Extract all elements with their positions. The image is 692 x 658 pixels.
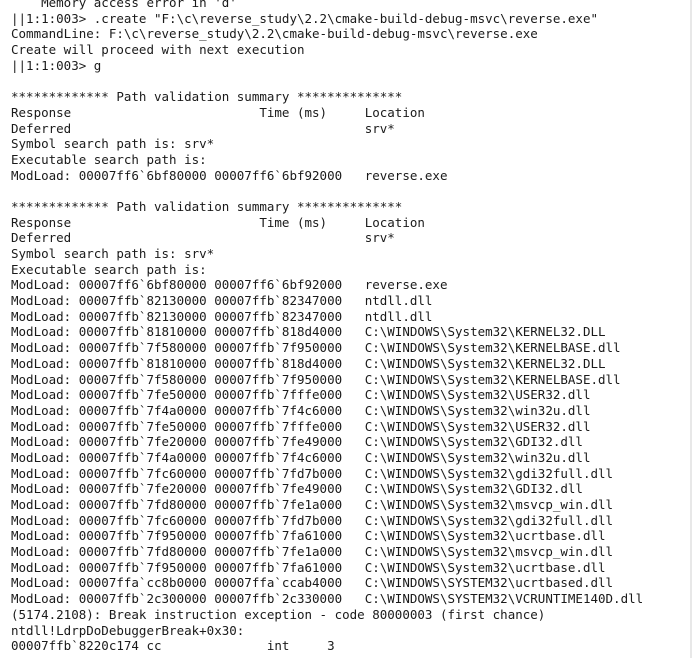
console-line: Create will proceed with next execution: [11, 42, 305, 58]
console-line: ModLoad: 00007ffb`2c300000 00007ffb`2c33…: [11, 591, 644, 607]
console-line: ModLoad: 00007ffb`7fd80000 00007ffb`7fe1…: [11, 497, 614, 512]
console-line: ************* Path validation summary **…: [11, 89, 403, 105]
console-line: ModLoad: 00007ffb`7f580000 00007ffb`7f95…: [11, 340, 621, 356]
console-line: ModLoad: 00007ffb`7fe20000 00007ffb`7fe4…: [11, 481, 583, 497]
console-line: ModLoad: 00007ffb`82130000 00007ffb`8234…: [11, 293, 433, 309]
console-line: ModLoad: 00007ffb`7fe20000 00007ffb`7fe4…: [11, 434, 583, 450]
console-line: ModLoad: 00007ffb`7fc60000 00007ffb`7fd7…: [11, 465, 614, 481]
console-line: Symbol search path is: srv*: [11, 246, 215, 261]
console-line: ModLoad: 00007ffb`81810000 00007ffb`818d…: [11, 324, 606, 340]
console-line: ||1:1:003> g: [11, 57, 102, 73]
console-line: Memory access error in 'd': [11, 0, 237, 10]
console-output-text: Memory access error in 'd' ||1:1:003> .cr…: [11, 0, 643, 654]
console-line: ntdll!LdrpDoDebuggerBreak+0x30:: [11, 622, 245, 638]
console-line: ||1:1:003> .create "F:\c\reverse_study\2…: [11, 10, 598, 26]
console-line: ************* Path validation summary **…: [11, 198, 403, 214]
console-line: ModLoad: 00007ffb`7f950000 00007ffb`7fa6…: [11, 559, 606, 575]
console-line: ModLoad: 00007ffb`7fe50000 00007ffb`7fff…: [11, 418, 591, 434]
console-line: (5174.2108): Break instruction exception…: [11, 606, 546, 622]
console-line: Deferred srv*: [11, 120, 395, 136]
console-line: 00007ffb`8220c174 cc int 3: [11, 638, 335, 654]
console-line: ModLoad: 00007ff6`6bf80000 00007ff6`6bf9…: [11, 167, 448, 183]
console-line: ModLoad: 00007ffb`7f4a0000 00007ffb`7f4c…: [11, 449, 591, 465]
console-line: CommandLine: F:\c\reverse_study\2.2\cmak…: [11, 26, 538, 42]
console-line: Response Time (ms) Location: [11, 214, 425, 230]
console-line: Response Time (ms) Location: [11, 104, 425, 120]
console-line: ModLoad: 00007ffa`cc8b0000 00007ffa`ccab…: [11, 575, 614, 591]
console-line: ModLoad: 00007ffb`7f580000 00007ffb`7f95…: [11, 371, 621, 387]
console-line: ModLoad: 00007ff6`6bf80000 00007ff6`6bf9…: [11, 277, 448, 293]
console-line: ModLoad: 00007ffb`7f950000 00007ffb`7fa6…: [11, 528, 606, 544]
console-line: Deferred srv*: [11, 230, 395, 246]
console-line: ModLoad: 00007ffb`82130000 00007ffb`8234…: [11, 308, 433, 324]
debugger-command-output[interactable]: Memory access error in 'd' ||1:1:003> .cr…: [0, 0, 692, 658]
console-line: Executable search path is:: [11, 151, 207, 167]
console-line: ModLoad: 00007ffb`7fe50000 00007ffb`7fff…: [11, 387, 591, 403]
console-line: Executable search path is:: [11, 261, 207, 277]
console-line: ModLoad: 00007ffb`81810000 00007ffb`818d…: [11, 355, 606, 371]
console-line: Symbol search path is: srv*: [11, 136, 215, 152]
console-line: ModLoad: 00007ffb`7f4a0000 00007ffb`7f4c…: [11, 402, 591, 418]
console-line: ModLoad: 00007ffb`7fc60000 00007ffb`7fd7…: [11, 512, 614, 528]
console-line: ModLoad: 00007ffb`7fd80000 00007ffb`7fe1…: [11, 544, 614, 560]
